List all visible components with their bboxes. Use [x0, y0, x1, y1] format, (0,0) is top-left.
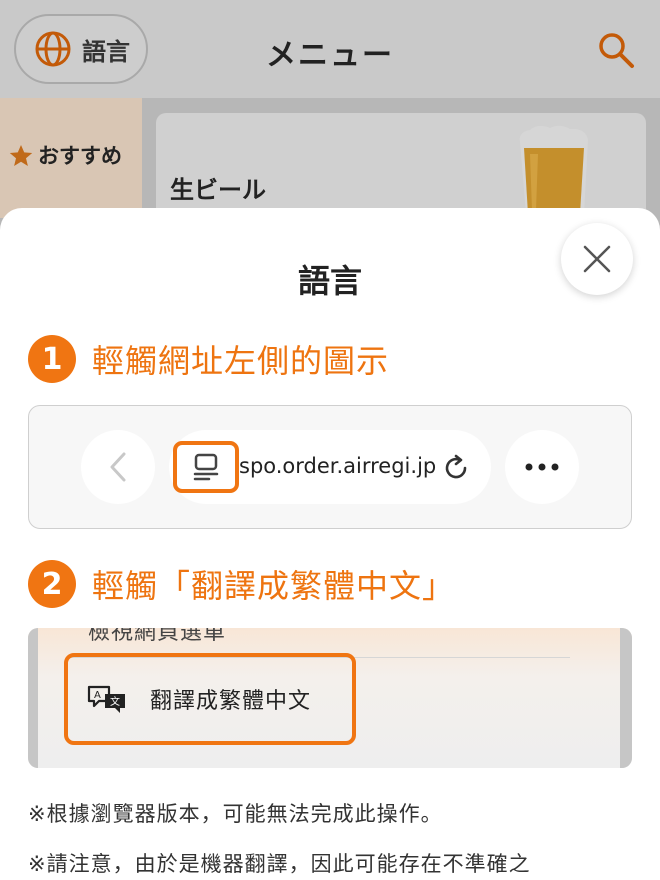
- reload-icon: [445, 454, 467, 479]
- language-sheet: 語言 1 輕觸網址左側的圖示 spo.order.airregi.jp 2 輕觸…: [0, 208, 660, 880]
- sidebar-item-recommended[interactable]: おすすめ: [38, 140, 122, 170]
- browser-url-text: spo.order.airregi.jp: [239, 454, 437, 478]
- more-icon: [525, 463, 559, 471]
- menu-item-cut: 檢視網頁選單: [88, 628, 227, 645]
- note-browser-version: ※根據瀏覽器版本，可能無法完成此操作。: [28, 802, 443, 826]
- note-machine-translation: ※請注意，由於是機器翻譯，因此可能存在不準確之: [28, 852, 531, 876]
- step-1: 1 輕觸網址左側的圖示: [28, 335, 389, 383]
- step-2-number: 2: [28, 560, 76, 608]
- svg-text:A: A: [94, 690, 101, 701]
- browser-url-bar: spo.order.airregi.jp: [169, 430, 491, 504]
- page-menu-icon: [193, 453, 219, 481]
- page-menu-icon-highlight: [173, 441, 239, 493]
- step-1-number: 1: [28, 335, 76, 383]
- translate-item-label: 翻譯成繁體中文: [150, 689, 312, 714]
- translate-item-highlight: A 文 翻譯成繁體中文: [64, 653, 356, 745]
- browser-more-button: [505, 430, 579, 504]
- translate-icon: A 文: [87, 685, 125, 713]
- search-icon[interactable]: [596, 30, 636, 70]
- svg-text:文: 文: [110, 695, 120, 708]
- step-1-text: 輕觸網址左側的圖示: [92, 342, 390, 380]
- menu-item-title: 生ビール: [170, 176, 266, 204]
- page-title: メニュー: [266, 38, 394, 73]
- chevron-left-icon: [110, 452, 126, 482]
- beer-image: [519, 125, 588, 214]
- browser-toolbar-illustration: spo.order.airregi.jp: [28, 405, 632, 529]
- translate-menu-illustration: 檢視網頁選單 A 文 翻譯成繁體中文: [28, 628, 632, 768]
- browser-back-button: [81, 430, 155, 504]
- star-icon: [9, 145, 33, 166]
- step-2-text: 輕觸「翻譯成繁體中文」: [92, 567, 456, 605]
- step-2: 2 輕觸「翻譯成繁體中文」: [28, 560, 455, 608]
- sheet-title: 語言: [297, 262, 362, 300]
